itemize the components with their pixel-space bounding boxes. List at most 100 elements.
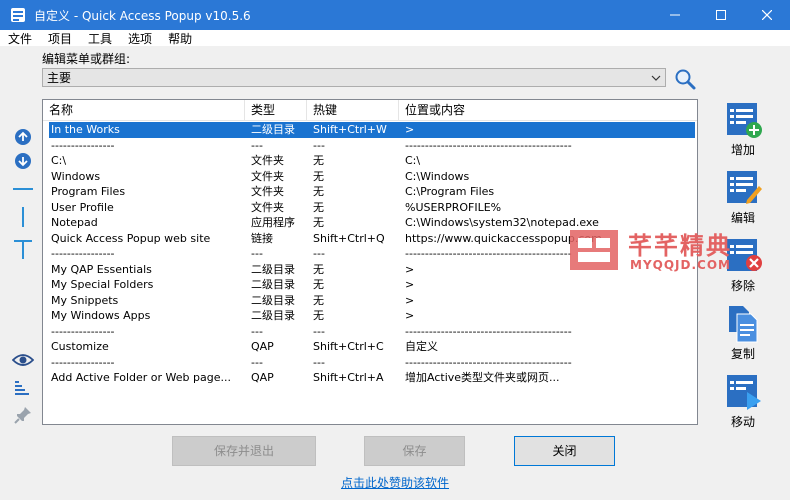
menu-tools[interactable]: 工具 [80,30,120,47]
list-item-type: 二级目录 [251,278,295,291]
column-break-icon[interactable] [12,206,34,228]
list-item-name: Program Files [51,185,126,198]
list-item[interactable]: C:\ 文件夹 无 C:\ [49,153,695,169]
list-item-name: Windows [51,169,101,183]
list-item-name: My QAP Essentials [51,262,152,276]
menu-options[interactable]: 选项 [120,30,160,47]
list-item-name: In the Works [51,123,120,136]
list-item-location: > [405,278,415,291]
list-item-location: %USERPROFILE% [405,200,502,214]
copy-button[interactable]: 复制 [720,304,766,362]
list-item-type: --- [251,324,263,338]
list-item-type: 应用程序 [251,216,295,229]
column-header-location[interactable]: 位置或内容 [399,100,697,121]
list-item-name: C:\ [51,154,67,167]
move-icon [727,375,761,410]
eye-icon[interactable] [12,349,34,371]
add-button[interactable]: 增加 [720,100,766,158]
list-item-hotkey: --- [313,324,325,338]
separator-icon[interactable] [12,178,34,200]
close-icon[interactable] [744,0,790,30]
list-item[interactable]: My Windows Apps 二级目录 无 > [49,308,695,324]
edit-button-label: 编辑 [730,211,755,225]
menu-file[interactable]: 文件 [0,30,40,47]
list-item-type: --- [251,138,263,152]
list-item[interactable]: ---------------- --- --- ------------------… [49,355,695,371]
menu-items[interactable]: 项目 [40,30,80,47]
list-item-type: 文件夹 [251,185,284,198]
save-and-exit-button[interactable]: 保存并退出 [172,436,316,466]
list-item-location: ----------------------------------------… [405,355,572,369]
column-header-type[interactable]: 类型 [245,100,307,121]
text-separator-icon[interactable] [12,238,34,260]
list-item-name: Quick Access Popup web site [51,231,211,245]
list-item-type: 二级目录 [251,293,295,307]
sort-icon[interactable] [12,377,34,399]
list-item-location: 自定义 [405,340,438,353]
list-item[interactable]: ---------------- --- --- ------------------… [49,138,695,154]
watermark: 芊芊精典 MYQQJD.COM [566,226,766,276]
list-item-type: --- [251,247,263,260]
list-item-location: C:\Program Files [405,185,495,198]
group-select[interactable]: 主要 [42,68,666,87]
edit-button[interactable]: 编辑 [720,168,766,226]
list-item-hotkey: --- [313,138,325,152]
list-item-hotkey: 无 [313,216,324,229]
list-item[interactable]: Program Files 文件夹 无 C:\Program Files [49,184,695,200]
chevron-down-icon [651,75,661,81]
maximize-icon[interactable] [698,0,744,30]
list-item-name: My Windows Apps [51,309,151,322]
column-header-name[interactable]: 名称 [43,100,245,121]
list-item[interactable]: Add Active Folder or Web page... QAP Shift… [49,370,695,386]
add-icon [727,103,762,138]
list-item-name: Add Active Folder or Web page... [51,371,231,384]
list-item[interactable]: ---------------- --- --- ------------------… [49,324,695,340]
list-item-name: ---------------- [51,247,115,260]
menu-help[interactable]: 帮助 [160,30,200,47]
column-header-hotkey[interactable]: 热键 [307,100,399,121]
list-item[interactable]: Customize QAP Shift+Ctrl+C 自定义 [49,339,695,355]
list-item-location: > [405,123,415,136]
list-item-type: 文件夹 [251,169,284,183]
pin-icon[interactable] [12,404,34,426]
list-item-name: ---------------- [51,324,115,338]
list-item[interactable]: My Special Folders 二级目录 无 > [49,277,695,293]
list-item[interactable]: User Profile 文件夹 无 %USERPROFILE% [49,200,695,216]
move-up-icon[interactable] [12,126,34,148]
list-item-location: ----------------------------------------… [405,138,572,152]
move-button-label: 移动 [730,415,755,429]
close-button[interactable]: 关闭 [514,436,615,466]
list-item[interactable]: In the Works 二级目录 Shift+Ctrl+W > [49,122,695,138]
title-bar: 自定义 - Quick Access Popup v10.5.6 [0,0,790,30]
list-item-name: Notepad [51,216,98,229]
list-item-hotkey: 无 [313,309,324,322]
watermark-logo-icon [570,230,618,270]
remove-button-label: 移除 [730,279,755,293]
list-item-hotkey: Shift+Ctrl+W [313,123,387,136]
list-item-location: > [405,293,415,307]
watermark-title: 芊芊精典 [628,232,732,260]
list-item-type: QAP [251,340,274,353]
donate-link[interactable]: 点击此处赞助该软件 [0,474,790,491]
list-item-location: > [405,309,415,322]
move-button[interactable]: 移动 [720,372,766,430]
list-item-hotkey: Shift+Ctrl+C [313,340,384,353]
list-item-hotkey: 无 [313,262,324,276]
edit-icon [727,171,762,204]
save-button[interactable]: 保存 [364,436,465,466]
list-item[interactable]: Windows 文件夹 无 C:\Windows [49,169,695,185]
list-item-name: ---------------- [51,138,115,152]
list-item-hotkey: 无 [313,200,324,214]
add-button-label: 增加 [730,143,755,157]
list-item-name: My Special Folders [51,278,154,291]
list-item-hotkey: --- [313,247,325,260]
minimize-icon[interactable] [652,0,698,30]
menu-bar: 文件 项目 工具 选项 帮助 [0,30,790,46]
list-item-hotkey: 无 [313,185,324,198]
search-icon[interactable] [673,67,697,91]
window-title: 自定义 - Quick Access Popup v10.5.6 [34,8,251,23]
list-item[interactable]: My Snippets 二级目录 无 > [49,293,695,309]
list-item-type: 文件夹 [251,200,284,214]
app-icon [11,8,25,22]
move-down-icon[interactable] [12,150,34,172]
